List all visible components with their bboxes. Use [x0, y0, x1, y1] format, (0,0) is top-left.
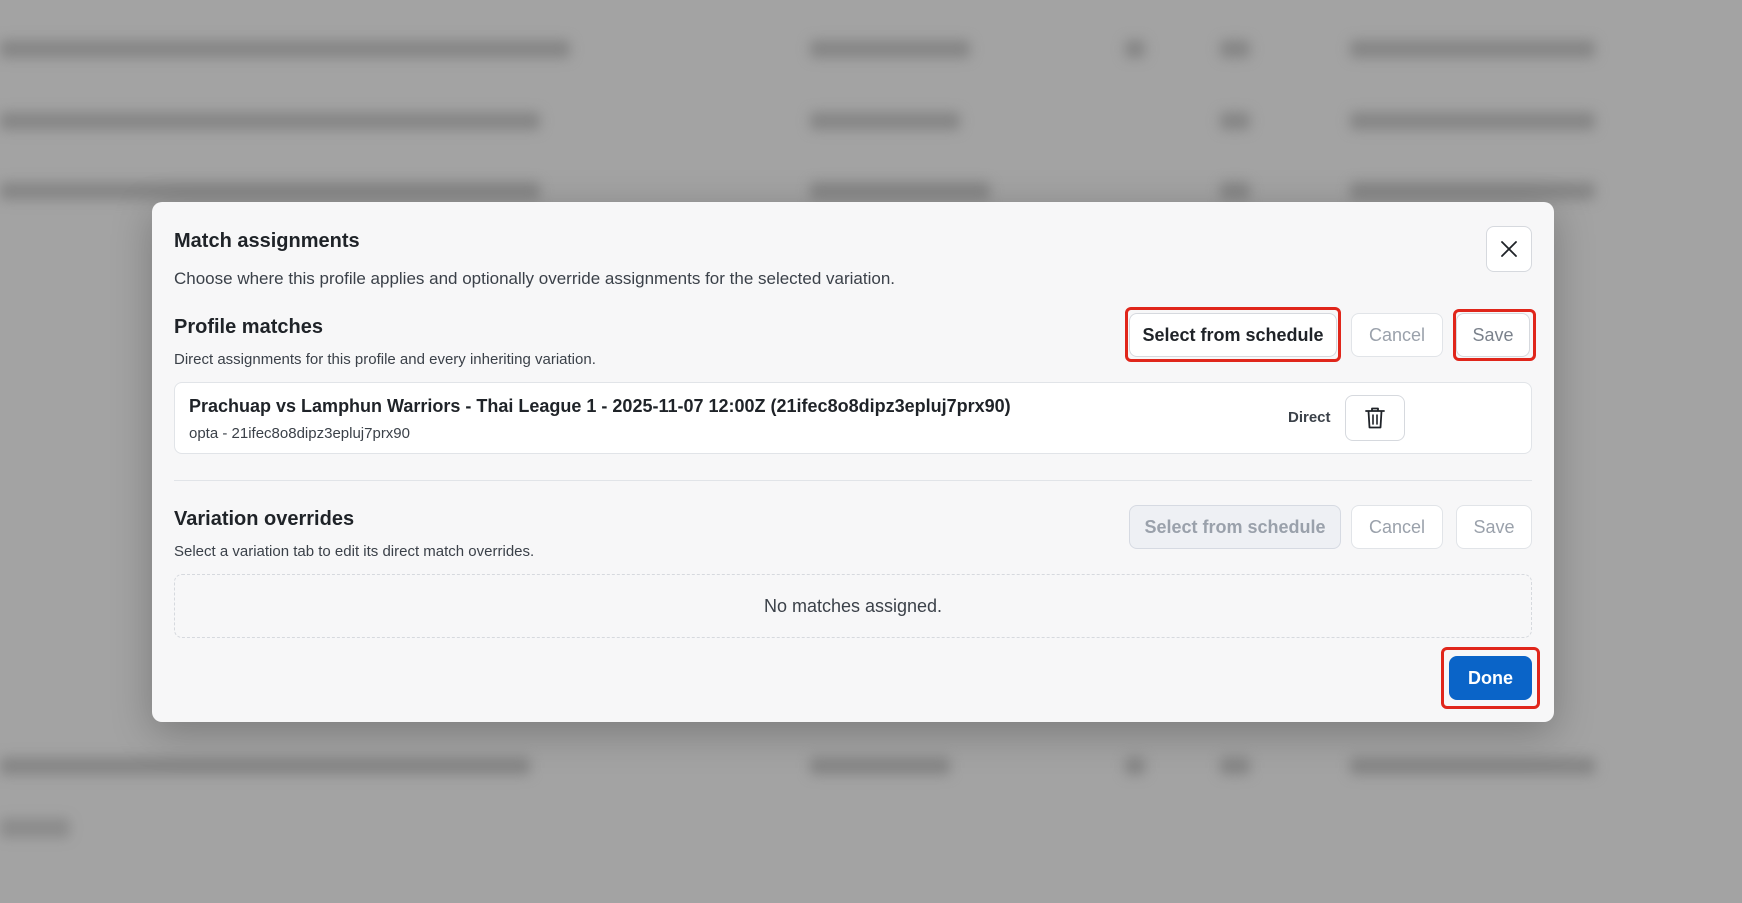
variation-select-from-schedule-button[interactable]: Select from schedule — [1129, 505, 1341, 549]
match-list-item: Prachuap vs Lamphun Warriors - Thai Leag… — [174, 382, 1532, 454]
delete-match-button[interactable] — [1345, 395, 1405, 441]
profile-matches-title: Profile matches — [174, 316, 323, 338]
background-footer — [0, 818, 70, 838]
variation-cancel-button[interactable]: Cancel — [1351, 505, 1443, 549]
trash-icon — [1365, 407, 1385, 429]
dialog-title: Match assignments — [174, 230, 360, 252]
profile-cancel-button[interactable]: Cancel — [1351, 313, 1443, 357]
highlight-box — [1453, 309, 1536, 361]
background-row — [0, 745, 1742, 785]
variation-save-button[interactable]: Save — [1456, 505, 1532, 549]
background-row — [0, 100, 1742, 140]
section-divider — [174, 480, 1532, 481]
variation-overrides-description: Select a variation tab to edit its direc… — [174, 543, 535, 560]
match-title: Prachuap vs Lamphun Warriors - Thai Leag… — [189, 396, 1011, 416]
background-row — [0, 28, 1742, 68]
match-source-id: opta - 21ifec8o8dipz3epluj7prx90 — [189, 425, 410, 442]
close-button[interactable] — [1486, 226, 1532, 272]
highlight-box — [1125, 307, 1341, 362]
variation-overrides-title: Variation overrides — [174, 508, 355, 530]
match-assignments-dialog: Match assignments Choose where this prof… — [152, 202, 1554, 722]
dialog-subtitle: Choose where this profile applies and op… — [174, 269, 896, 288]
close-icon — [1501, 241, 1517, 257]
empty-state: No matches assigned. — [174, 574, 1532, 638]
assignment-type-badge: Direct — [1288, 409, 1331, 426]
highlight-box — [1441, 647, 1540, 709]
profile-matches-description: Direct assignments for this profile and … — [174, 351, 596, 368]
empty-state-text: No matches assigned. — [763, 595, 943, 616]
